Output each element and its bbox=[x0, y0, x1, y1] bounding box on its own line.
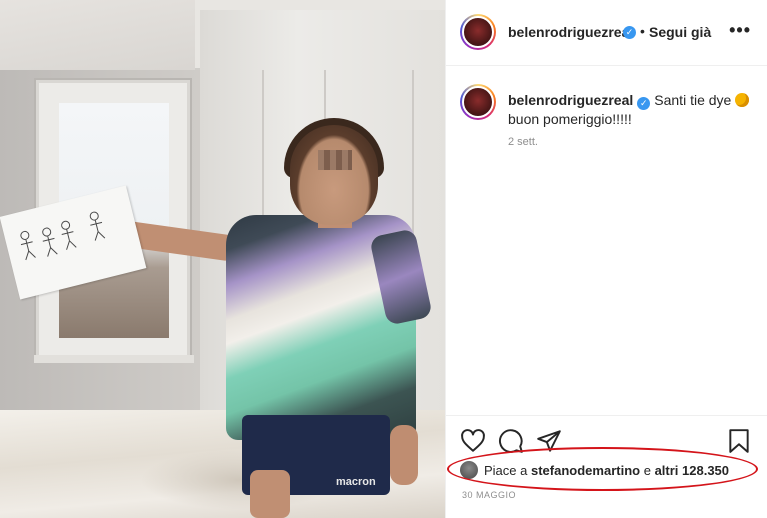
caption-timestamp[interactable]: 2 sett. bbox=[508, 136, 538, 148]
post-photo[interactable]: macron bbox=[0, 0, 445, 518]
pixelated-eyes bbox=[318, 150, 352, 170]
caption-body-line2: buon pomeriggio!!!!! bbox=[508, 111, 632, 127]
more-options-icon[interactable]: ••• bbox=[729, 20, 751, 41]
bookmark-icon[interactable] bbox=[726, 428, 752, 454]
child-head bbox=[290, 125, 378, 225]
caption-username[interactable]: belenrodriguezreal bbox=[508, 92, 633, 108]
verified-badge-icon: ✓ bbox=[637, 97, 651, 110]
child-leg bbox=[250, 470, 290, 518]
post-date[interactable]: 30 MAGGIO bbox=[462, 490, 516, 500]
child-leg bbox=[390, 425, 418, 485]
following-button[interactable]: Segui già bbox=[649, 24, 711, 40]
window-sill bbox=[34, 355, 194, 363]
shorts-brand: macron bbox=[336, 476, 376, 488]
palette-emoji-icon bbox=[735, 93, 750, 107]
drawing-doodle bbox=[20, 211, 106, 261]
post-header: belenrodriguezreal ✓ • Segui già ••• bbox=[446, 0, 767, 66]
author-username[interactable]: belenrodriguezreal bbox=[508, 24, 633, 40]
header-separator: • bbox=[640, 23, 645, 39]
caption-text: belenrodriguezreal ✓ Santi tie dye buon po… bbox=[508, 91, 758, 128]
heart-icon[interactable] bbox=[460, 428, 486, 454]
caption-avatar[interactable] bbox=[460, 84, 496, 120]
author-avatar[interactable] bbox=[460, 14, 496, 50]
red-annotation-ellipse bbox=[447, 447, 758, 491]
verified-badge-icon: ✓ bbox=[623, 26, 636, 39]
caption-body: Santi tie dye bbox=[654, 92, 732, 108]
